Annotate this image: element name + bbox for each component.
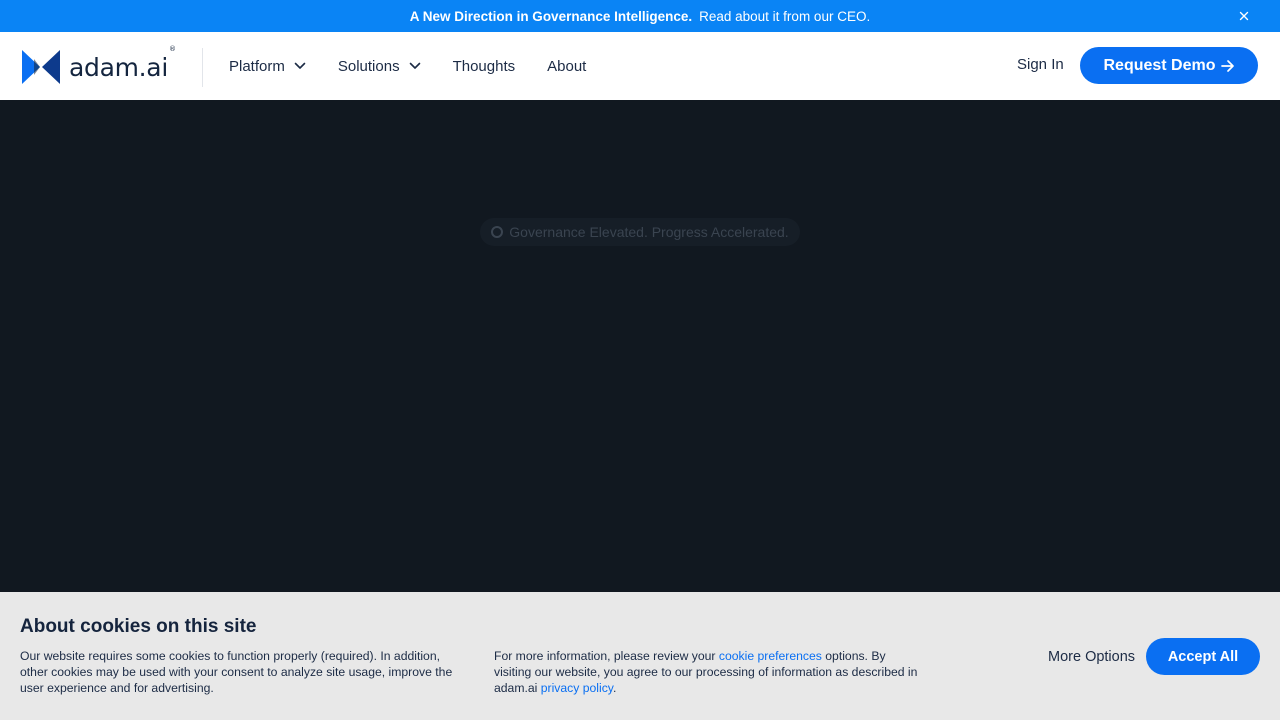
close-icon[interactable] <box>1236 8 1252 24</box>
cookie-text-left: Our website requires some cookies to fun… <box>20 649 453 695</box>
nav-item-label: Thoughts <box>452 57 516 75</box>
cookie-text-right: For more information, please review your… <box>494 649 918 695</box>
chevron-down-icon <box>294 62 306 69</box>
chevron-down-icon <box>409 62 420 69</box>
arrow-right-icon <box>1220 59 1234 72</box>
logo[interactable]: adam.ai® <box>21 44 176 86</box>
hero-section: Governance Elevated. Progress Accelerate… <box>0 100 1280 592</box>
nav-item-label: Platform <box>229 57 285 75</box>
request-demo-label: Request Demo <box>1103 56 1216 74</box>
cookie-preferences-link[interactable]: cookie preferences <box>719 649 822 663</box>
cookie-title: About cookies on this site <box>20 616 257 637</box>
nav-item-about[interactable]: About <box>547 58 586 75</box>
more-options-button[interactable]: More Options <box>1048 649 1135 665</box>
announcement-headline: A New Direction in Governance Intelligen… <box>409 8 693 24</box>
nav-item-solutions[interactable]: Solutions <box>338 58 421 75</box>
accept-all-button[interactable]: Accept All <box>1146 638 1260 675</box>
nav-divider <box>202 48 203 87</box>
top-navbar: adam.ai® Platform Solutions Thoughts Abo… <box>0 32 1280 100</box>
nav-item-thoughts[interactable]: Thoughts <box>453 58 516 75</box>
nav-item-label: Solutions <box>337 57 400 75</box>
logo-icon <box>22 50 60 84</box>
hero-tagline: Governance Elevated. Progress Accelerate… <box>509 224 789 240</box>
cookie-banner: About cookies on this site Our website r… <box>0 592 1280 720</box>
request-demo-button[interactable]: Request Demo <box>1080 47 1258 84</box>
nav-item-label: About <box>547 57 587 75</box>
logo-text: adam.ai® <box>69 44 176 82</box>
announcement-bar: A New Direction in Governance Intelligen… <box>0 0 1280 32</box>
sign-in-link[interactable]: Sign In <box>1017 56 1064 73</box>
nav-links: Platform Solutions Thoughts About <box>229 32 618 100</box>
nav-item-platform[interactable]: Platform <box>229 58 306 75</box>
privacy-policy-link[interactable]: privacy policy <box>541 681 613 695</box>
hero-tagline-pill: Governance Elevated. Progress Accelerate… <box>480 218 800 246</box>
circle-icon <box>491 226 504 238</box>
announcement-link[interactable]: Read about it from our CEO. <box>699 9 870 24</box>
